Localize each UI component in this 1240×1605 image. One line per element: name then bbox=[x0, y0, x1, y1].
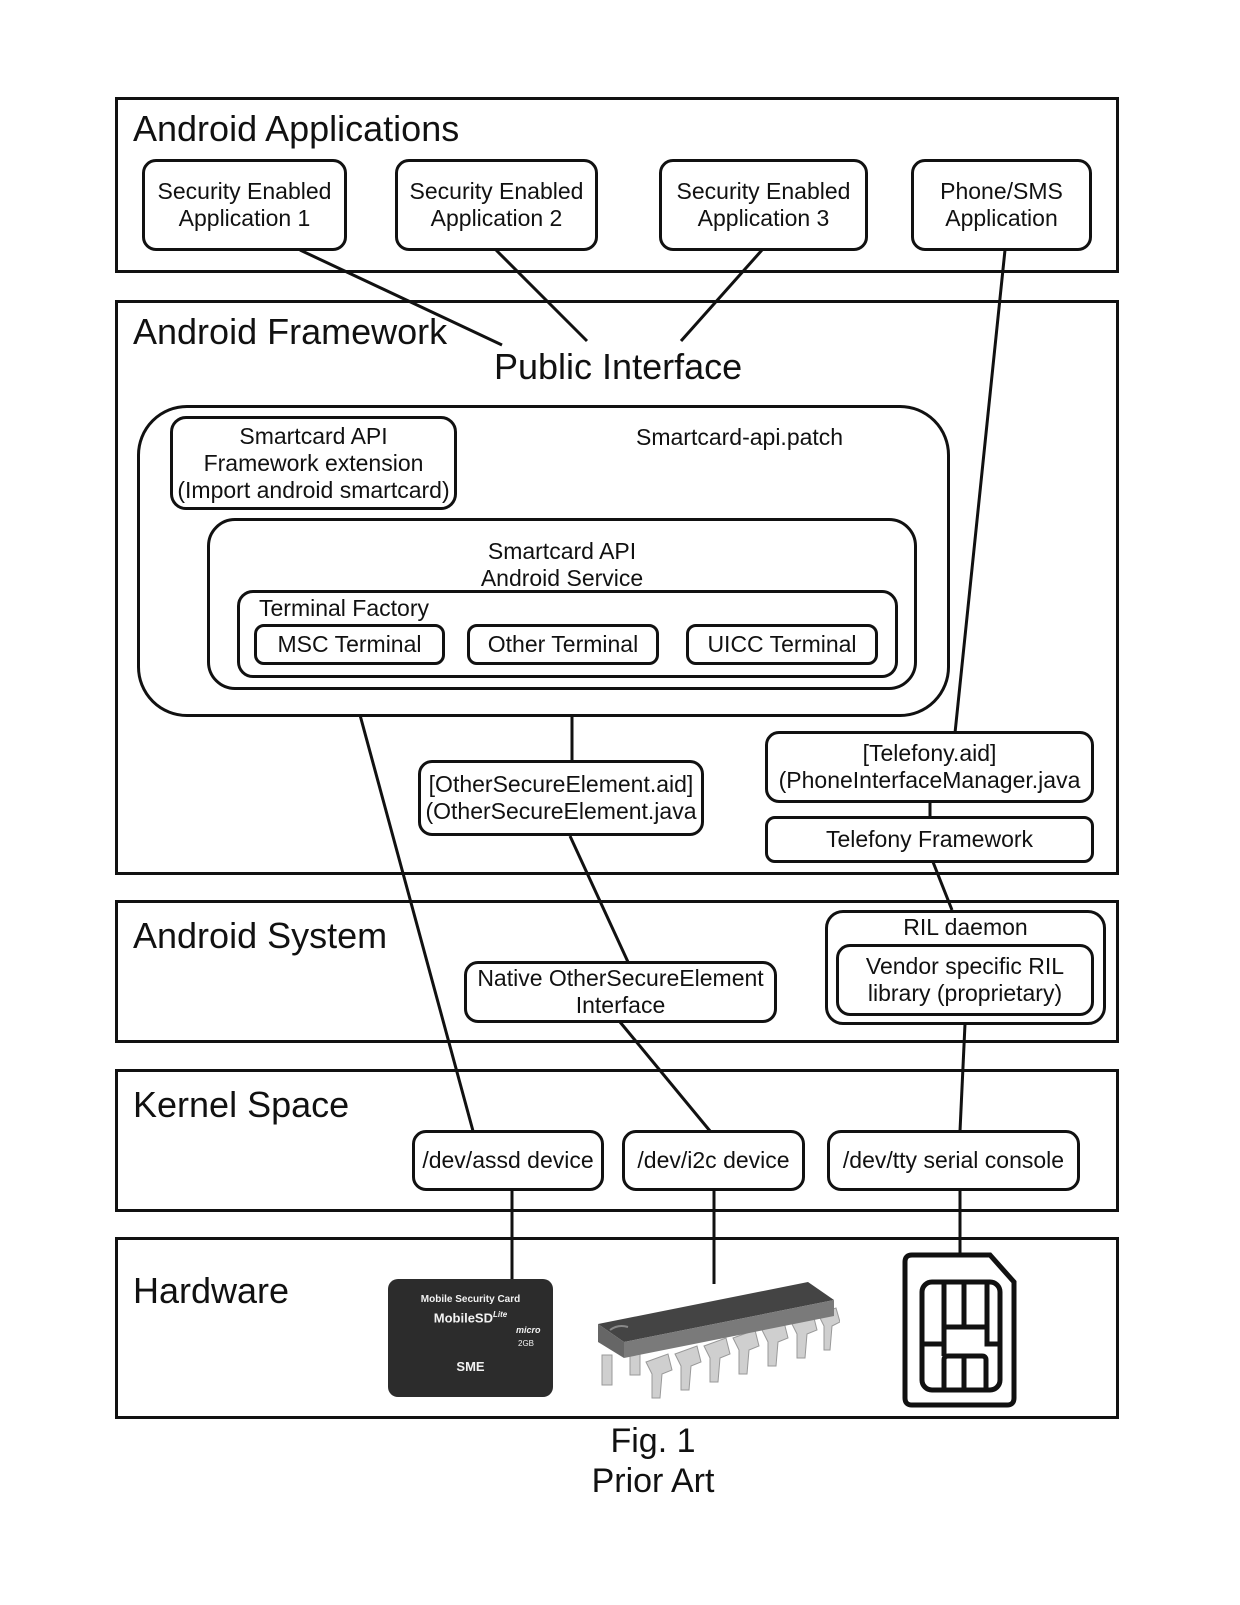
uicc-terminal: UICC Terminal bbox=[686, 624, 878, 665]
vendor-ril-library: Vendor specific RIL library (proprietary… bbox=[836, 944, 1094, 1016]
smartcard-api-service-label: Smartcard API Android Service bbox=[480, 538, 644, 591]
smartcard-api-patch-label: Smartcard-api.patch bbox=[636, 424, 844, 450]
terminal-factory-label: Terminal Factory bbox=[259, 595, 429, 621]
card-sup: Lite bbox=[493, 1310, 508, 1319]
figure-subtitle: Prior Art bbox=[591, 1462, 715, 1500]
dev-i2c-device: /dev/i2c device bbox=[622, 1130, 805, 1191]
telefony-framework: Telefony Framework bbox=[765, 816, 1094, 863]
native-other-secure-element-interface: Native OtherSecureElement Interface bbox=[464, 961, 777, 1023]
card-micro: micro bbox=[516, 1325, 541, 1335]
card-capacity: 2GB bbox=[518, 1339, 535, 1348]
other-secure-element-aid: [OtherSecureElement.aid] (OtherSecureEle… bbox=[418, 760, 704, 836]
sim-card-icon bbox=[902, 1252, 1017, 1408]
integrated-circuit-chip-icon bbox=[598, 1282, 840, 1399]
connector-ril-tty bbox=[958, 1023, 967, 1132]
card-line2: MobileSD bbox=[433, 1310, 493, 1326]
dev-assd-device: /dev/assd device bbox=[412, 1130, 604, 1191]
app-security-enabled-2: Security Enabled Application 2 bbox=[395, 159, 598, 251]
connector-app3-public-interface bbox=[679, 249, 764, 342]
app-security-enabled-1: Security Enabled Application 1 bbox=[142, 159, 347, 251]
connector-phone-telefony-aid bbox=[953, 249, 1007, 734]
telefony-aid: [Telefony.aid] (PhoneInterfaceManager.ja… bbox=[765, 731, 1094, 803]
card-model: MobileSDLite bbox=[388, 1310, 553, 1325]
card-brand: SME bbox=[456, 1359, 485, 1374]
other-terminal: Other Terminal bbox=[467, 624, 659, 665]
dev-tty-serial-console: /dev/tty serial console bbox=[827, 1130, 1080, 1191]
figure-number: Fig. 1 bbox=[610, 1422, 696, 1460]
connector-app1-public-interface bbox=[299, 248, 503, 347]
msc-terminal: MSC Terminal bbox=[254, 624, 445, 665]
app-security-enabled-3: Security Enabled Application 3 bbox=[659, 159, 868, 251]
card-line1: Mobile Security Card bbox=[420, 1294, 521, 1305]
connector-telefony-ril bbox=[931, 861, 954, 911]
smartcard-api-framework-extension: Smartcard API Framework extension (Impor… bbox=[170, 416, 457, 510]
ril-daemon-label: RIL daemon bbox=[903, 914, 1028, 940]
connector-native-i2c bbox=[618, 1021, 712, 1132]
public-interface-label: Public Interface bbox=[494, 346, 743, 387]
app-phone-sms: Phone/SMS Application bbox=[911, 159, 1092, 251]
figure-caption: Fig. 1 Prior Art bbox=[33, 1421, 1240, 1501]
connector-secure-element-native bbox=[568, 835, 630, 963]
microsd-security-card-icon: Mobile Security Card MobileSDLite micro … bbox=[388, 1279, 553, 1397]
connector-app2-public-interface bbox=[494, 248, 589, 343]
